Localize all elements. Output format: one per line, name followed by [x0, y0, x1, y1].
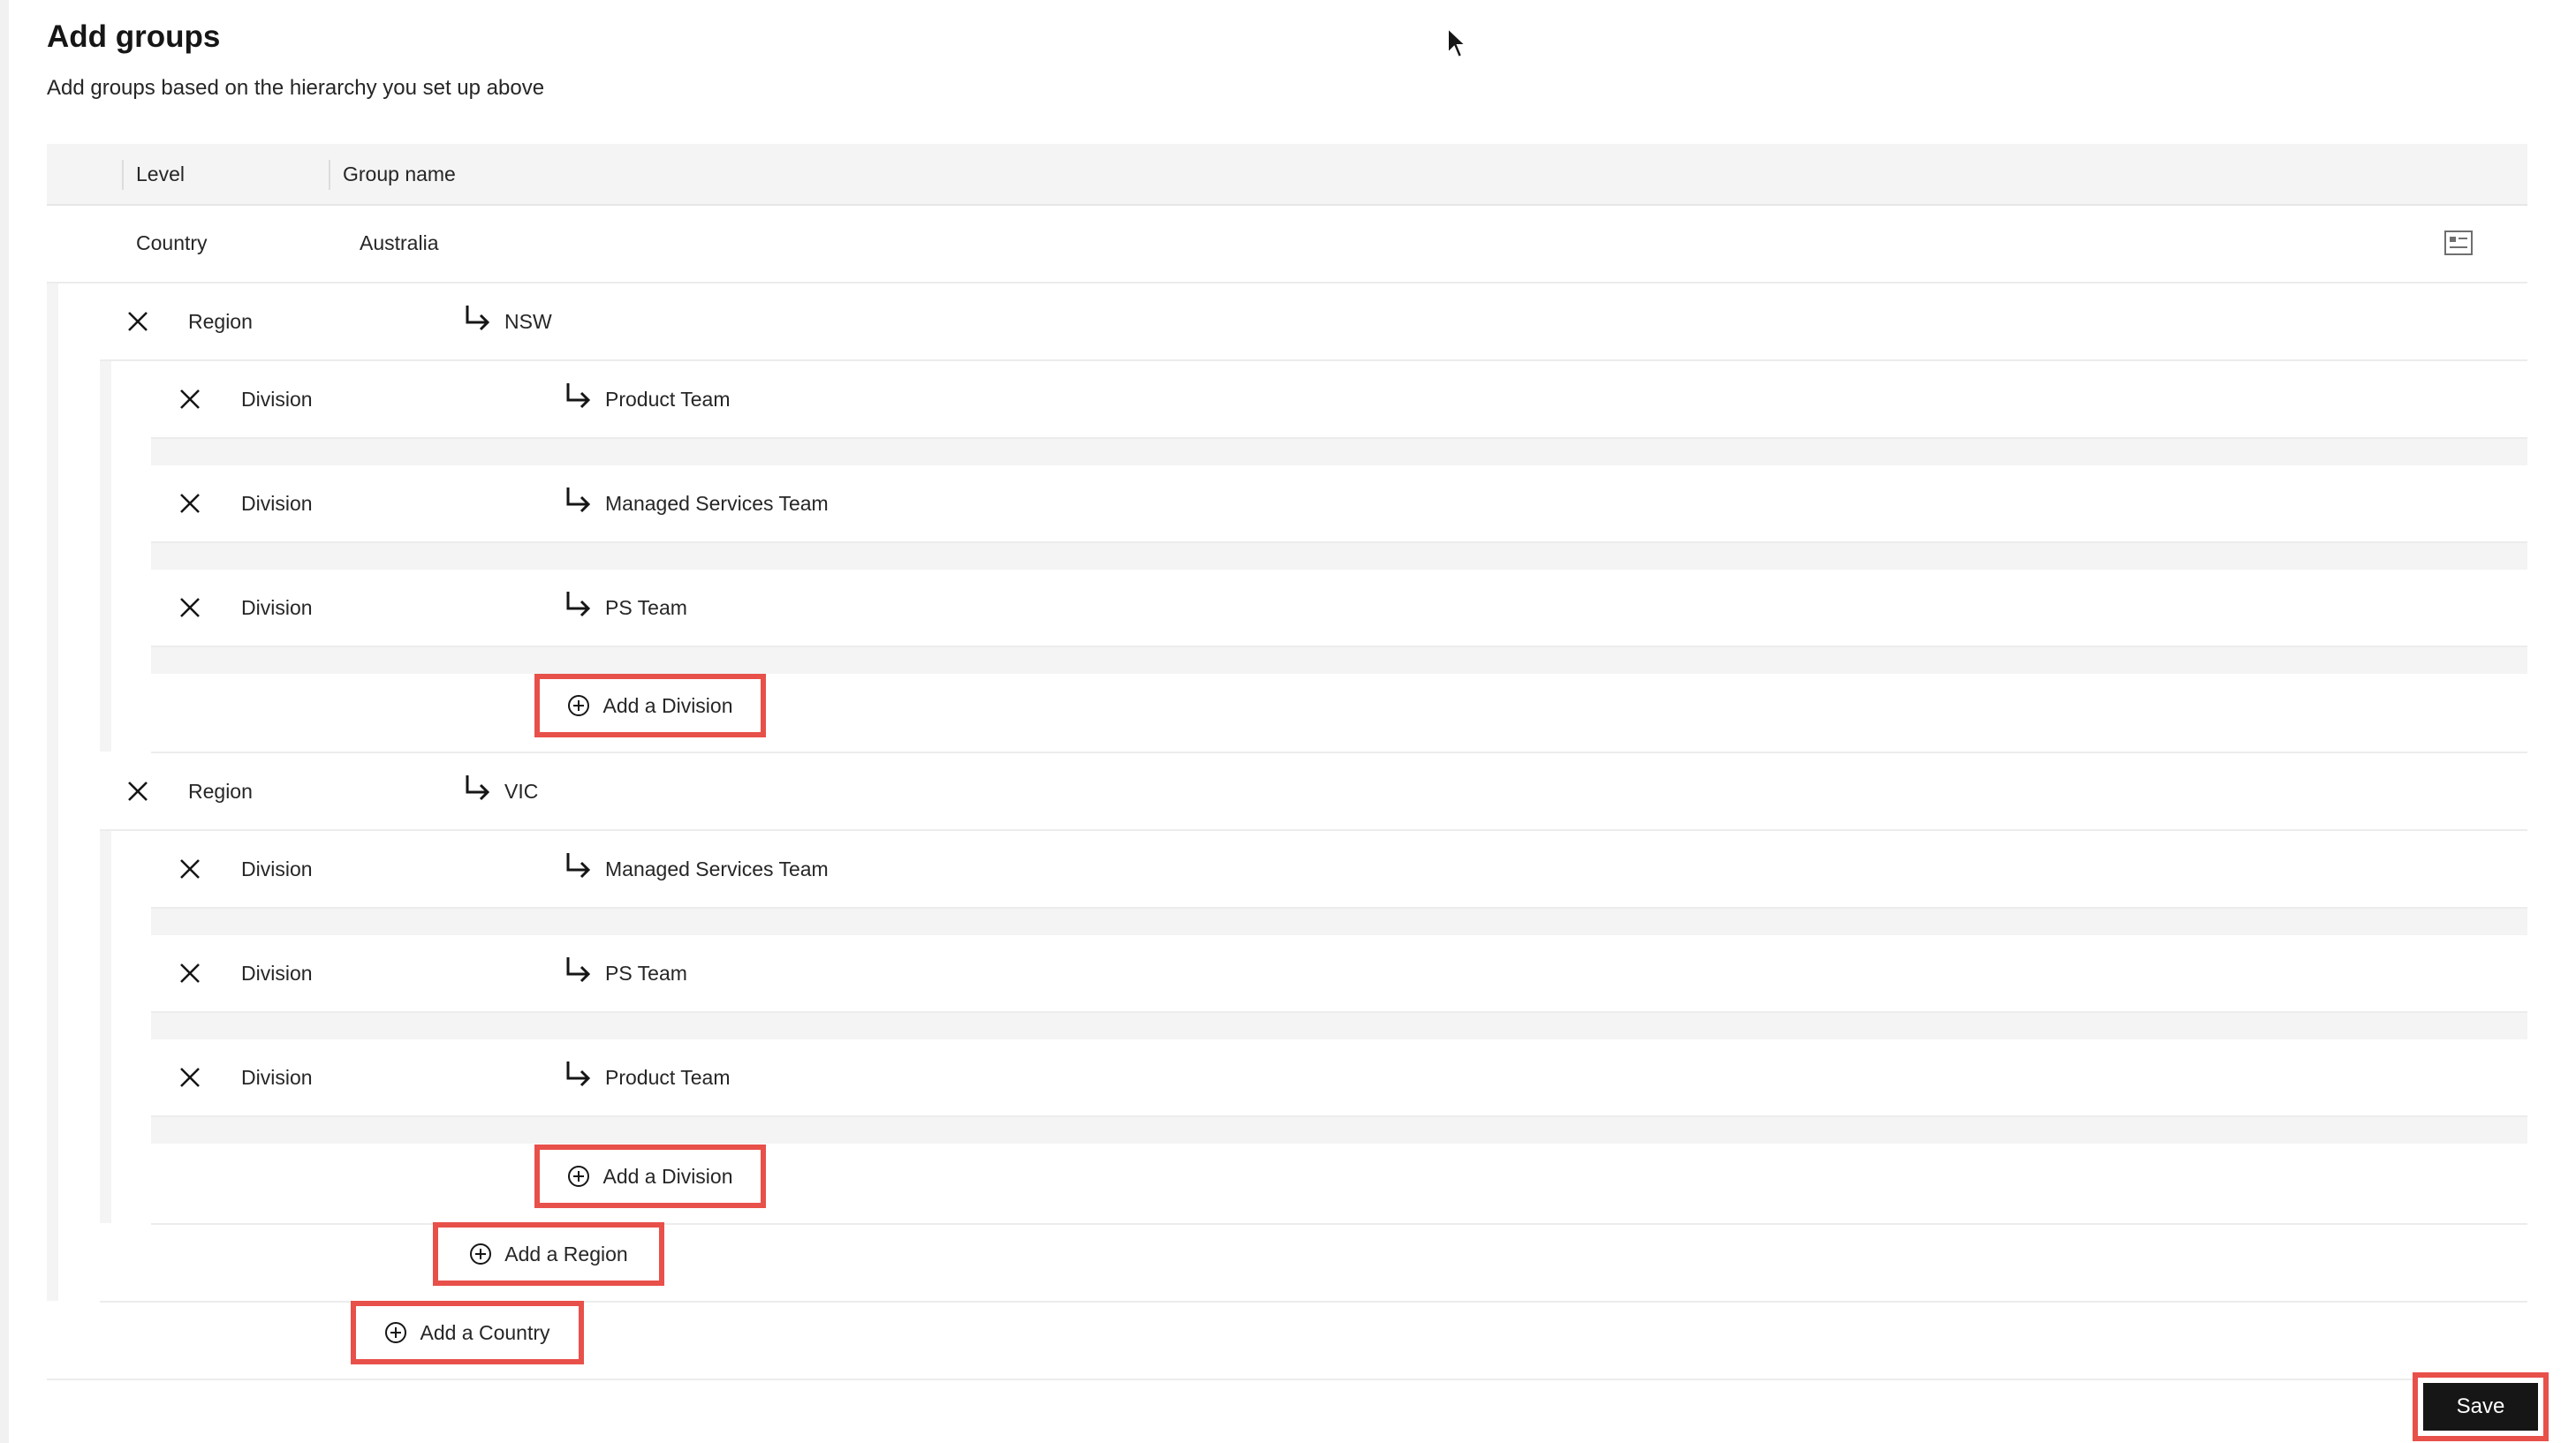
remove-division-close-icon[interactable]: [178, 961, 202, 986]
division-row: Division Product Team: [151, 361, 2527, 439]
row-spacer: [151, 1117, 2527, 1144]
child-arrow-icon: [563, 955, 593, 985]
add-division-label: Add a Division: [602, 694, 733, 717]
add-division-button[interactable]: Add a Division: [534, 1145, 766, 1208]
remove-region-close-icon[interactable]: [125, 779, 150, 804]
add-division-label: Add a Division: [602, 1165, 733, 1188]
region-name[interactable]: VIC: [504, 775, 538, 807]
add-region-button[interactable]: Add a Region: [433, 1222, 664, 1286]
child-arrow-icon: [462, 773, 492, 803]
country-name[interactable]: Australia: [360, 227, 438, 259]
save-highlight: Save: [2413, 1372, 2549, 1441]
add-circle-icon: [384, 1321, 407, 1344]
add-circle-icon: [469, 1243, 492, 1265]
row-spacer: [151, 1013, 2527, 1039]
add-circle-icon: [567, 694, 590, 717]
division-row: Division PS Team: [151, 935, 2527, 1013]
column-header-group-name: Group name: [343, 162, 456, 185]
page-subtitle: Add groups based on the hierarchy you se…: [47, 76, 545, 100]
region-nest-inner: [111, 361, 151, 752]
add-region-label: Add a Region: [504, 1243, 628, 1265]
country-nest-inner: [58, 283, 100, 1301]
row-spacer: [151, 909, 2527, 935]
header-divider: [329, 160, 330, 190]
mouse-pointer-icon: [1446, 26, 1467, 60]
child-arrow-icon: [462, 303, 492, 333]
child-arrow-icon: [563, 381, 593, 411]
remove-division-close-icon[interactable]: [178, 1065, 202, 1090]
division-level: Division: [241, 492, 313, 515]
row-spacer: [151, 439, 2527, 465]
division-name[interactable]: PS Team: [605, 957, 687, 989]
child-arrow-icon: [563, 1059, 593, 1089]
division-level: Division: [241, 1066, 313, 1089]
save-button[interactable]: Save: [2423, 1383, 2538, 1431]
list-detail-icon[interactable]: [2444, 230, 2473, 255]
add-country-button[interactable]: Add a Country: [351, 1301, 584, 1364]
page-title: Add groups: [47, 19, 221, 54]
division-level: Division: [241, 388, 313, 411]
region-row-vic: Region VIC: [100, 753, 2527, 831]
table-header: Level Group name: [47, 144, 2527, 206]
division-row: Division Product Team: [151, 1039, 2527, 1117]
remove-region-close-icon[interactable]: [125, 309, 150, 334]
division-name[interactable]: Product Team: [605, 1061, 730, 1093]
division-level: Division: [241, 962, 313, 985]
row-spacer: [151, 543, 2527, 570]
add-division-button[interactable]: Add a Division: [534, 674, 766, 737]
division-name[interactable]: Product Team: [605, 383, 730, 415]
column-header-level: Level: [136, 162, 185, 185]
division-name[interactable]: PS Team: [605, 592, 687, 623]
row-spacer: [151, 647, 2527, 674]
division-name[interactable]: Managed Services Team: [605, 853, 829, 885]
add-division-row: [151, 674, 2527, 753]
remove-division-close-icon[interactable]: [178, 387, 202, 412]
region-level: Region: [188, 780, 253, 803]
region-level: Region: [188, 310, 253, 333]
remove-division-close-icon[interactable]: [178, 491, 202, 516]
child-arrow-icon: [563, 850, 593, 880]
division-row: Division Managed Services Team: [151, 831, 2527, 909]
division-row: Division Managed Services Team: [151, 465, 2527, 543]
page-left-edge: [0, 0, 9, 1443]
header-divider: [122, 160, 124, 190]
division-name[interactable]: Managed Services Team: [605, 487, 829, 519]
add-division-row: [151, 1144, 2527, 1225]
child-arrow-icon: [563, 485, 593, 515]
country-row: Country Australia: [47, 206, 2527, 283]
region-row-nsw: Region NSW: [100, 283, 2527, 361]
add-circle-icon: [567, 1165, 590, 1188]
region-name[interactable]: NSW: [504, 306, 552, 337]
add-country-label: Add a Country: [420, 1321, 550, 1344]
remove-division-close-icon[interactable]: [178, 595, 202, 620]
country-level: Country: [136, 231, 208, 254]
division-row: Division PS Team: [151, 570, 2527, 647]
division-level: Division: [241, 857, 313, 880]
remove-division-close-icon[interactable]: [178, 857, 202, 881]
region-nest-inner: [111, 831, 151, 1223]
child-arrow-icon: [563, 589, 593, 619]
division-level: Division: [241, 596, 313, 619]
